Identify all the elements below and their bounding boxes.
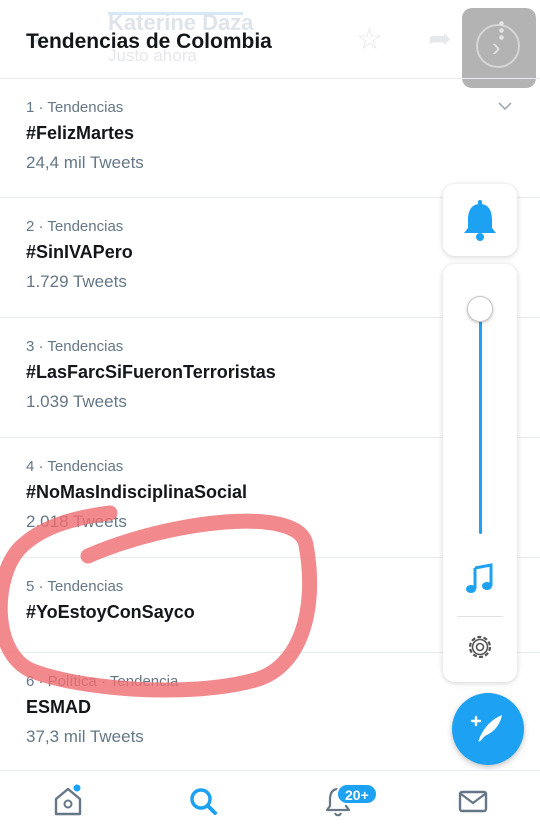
trend-meta: 2 · Tendencias xyxy=(26,218,124,235)
compose-tweet-button[interactable] xyxy=(452,693,524,765)
gear-icon[interactable] xyxy=(465,632,495,662)
search-icon[interactable] xyxy=(183,781,223,821)
trend-count: 24,4 mil Tweets xyxy=(26,153,144,172)
background-overlay-menu-button[interactable]: › xyxy=(462,8,536,88)
background-share-icon: ➦ xyxy=(428,23,452,54)
notifications-toggle[interactable] xyxy=(443,184,517,256)
trend-count: 1.039 Tweets xyxy=(26,392,127,411)
chevron-down-icon[interactable] xyxy=(498,99,512,113)
background-star-icon: ☆ xyxy=(356,23,383,56)
trend-name: ESMAD xyxy=(26,697,92,717)
trend-name: #YoEstoyConSayco xyxy=(26,602,195,622)
music-note-icon[interactable] xyxy=(463,562,497,596)
trend-meta: 6 · Política · Tendencia xyxy=(26,673,179,690)
trend-count: 1.729 Tweets xyxy=(26,272,127,291)
volume-slider-track[interactable] xyxy=(479,312,482,534)
compose-feather-icon xyxy=(470,715,502,742)
trend-name: #FelizMartes xyxy=(26,123,135,143)
bottom-tab-bar xyxy=(0,770,540,835)
divider xyxy=(457,616,503,617)
chevron-right-icon: › xyxy=(492,32,501,62)
trend-name: #SinIVAPero xyxy=(26,242,133,262)
trend-item[interactable]: 1 · Tendencias #FelizMartes 24,4 mil Twe… xyxy=(0,78,540,198)
trend-meta: 3 · Tendencias xyxy=(26,338,124,355)
messages-icon[interactable] xyxy=(453,781,493,821)
trend-count: 2.018 Tweets xyxy=(26,512,127,531)
trend-name: #NoMasIndisciplinaSocial xyxy=(26,482,248,502)
trend-count: 37,3 mil Tweets xyxy=(26,727,144,746)
volume-control-panel xyxy=(443,264,517,682)
trend-meta: 5 · Tendencias xyxy=(26,578,124,595)
bell-icon xyxy=(464,200,496,241)
home-icon[interactable] xyxy=(48,781,88,821)
trend-name: #LasFarcSiFueronTerroristas xyxy=(26,362,276,382)
notifications-badge: 20+ xyxy=(336,783,378,805)
page-title: Tendencias de Colombia xyxy=(26,30,272,53)
trend-meta: 1 · Tendencias xyxy=(26,99,124,116)
trend-meta: 4 · Tendencias xyxy=(26,458,124,475)
volume-slider-handle[interactable] xyxy=(467,296,493,322)
